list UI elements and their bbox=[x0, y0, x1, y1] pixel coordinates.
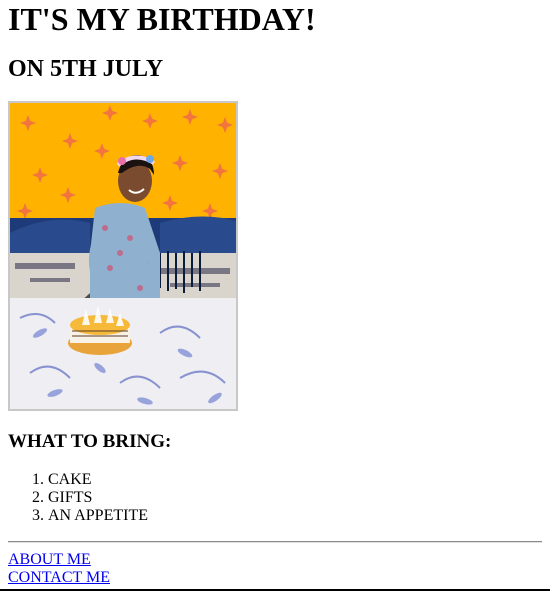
page: IT'S MY BIRTHDAY! ON 5TH JULY WHAT TO BR… bbox=[0, 0, 550, 587]
page-title: IT'S MY BIRTHDAY! bbox=[8, 1, 316, 37]
list-item: CAKE bbox=[48, 471, 542, 489]
divider bbox=[8, 541, 542, 543]
contact-me-link[interactable]: CONTACT ME bbox=[8, 569, 542, 587]
page-subtitle: ON 5TH JULY bbox=[8, 56, 164, 82]
footer-links: ABOUT ME CONTACT ME bbox=[8, 551, 542, 587]
about-me-link[interactable]: ABOUT ME bbox=[8, 551, 542, 569]
bring-list: CAKE GIFTS AN APPETITE bbox=[8, 471, 542, 525]
list-item: GIFTS bbox=[48, 489, 542, 507]
birthday-photo bbox=[8, 101, 238, 411]
bring-heading: WHAT TO BRING: bbox=[8, 431, 172, 452]
list-item: AN APPETITE bbox=[48, 507, 542, 525]
